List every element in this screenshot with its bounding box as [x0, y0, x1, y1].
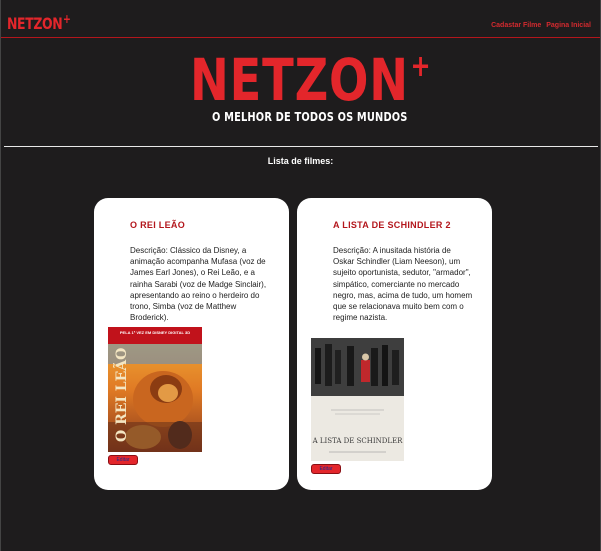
- poster-banner-text: PELA 1ª VEZ EM DISNEY DIGITAL 3D: [120, 330, 190, 335]
- hero: NETZON+ O MELHOR DE TODOS OS MUNDOS: [1, 48, 600, 128]
- movie-poster: A LISTA DE SCHINDLER: [311, 338, 404, 461]
- movie-description: Descrição: Clássico da Disney, a animaçã…: [130, 246, 267, 323]
- page: NETZON+ Cadastar Filme Pagina Inicial NE…: [0, 0, 601, 551]
- poster-title-text: A LISTA DE SCHINDLER: [312, 437, 404, 445]
- header-logo-plus: +: [63, 12, 71, 26]
- hero-logo-text: NETZON: [190, 46, 409, 114]
- hero-tagline: O MELHOR DE TODOS OS MUNDOS: [212, 110, 408, 124]
- movie-card: O REI LEÃO Descrição: Clássico da Disney…: [94, 198, 289, 490]
- poster-title-text: O REI LEÃO: [111, 348, 130, 442]
- hero-logo-plus: +: [410, 49, 432, 84]
- nav-link-pagina-inicial[interactable]: Pagina Inicial: [546, 22, 591, 29]
- edit-button[interactable]: Editar: [108, 455, 138, 465]
- edit-button[interactable]: Editar: [311, 464, 341, 474]
- header-logo[interactable]: NETZON+: [7, 12, 71, 33]
- divider: [4, 146, 598, 147]
- list-title: Lista de filmes:: [267, 156, 334, 166]
- movie-card: A LISTA DE SCHINDLER 2 Descrição: A inus…: [297, 198, 492, 490]
- movie-poster: PELA 1ª VEZ EM DISNEY DIGITAL 3D O REI L…: [108, 327, 202, 452]
- nav-link-cadastrar-filme[interactable]: Cadastar Filme: [491, 22, 541, 29]
- header-logo-text: NETZON: [7, 14, 63, 33]
- top-bar: NETZON+ Cadastar Filme Pagina Inicial: [1, 0, 600, 38]
- lion-king-poster-image: PELA 1ª VEZ EM DISNEY DIGITAL 3D O REI L…: [108, 327, 202, 452]
- movie-title: O REI LEÃO: [130, 220, 186, 230]
- header-nav: Cadastar Filme Pagina Inicial: [488, 22, 591, 29]
- movie-title: A LISTA DE SCHINDLER 2: [333, 220, 451, 230]
- schindler-poster-image: A LISTA DE SCHINDLER: [311, 338, 404, 461]
- movie-description: Descrição: A inusitada história de Oskar…: [333, 246, 473, 323]
